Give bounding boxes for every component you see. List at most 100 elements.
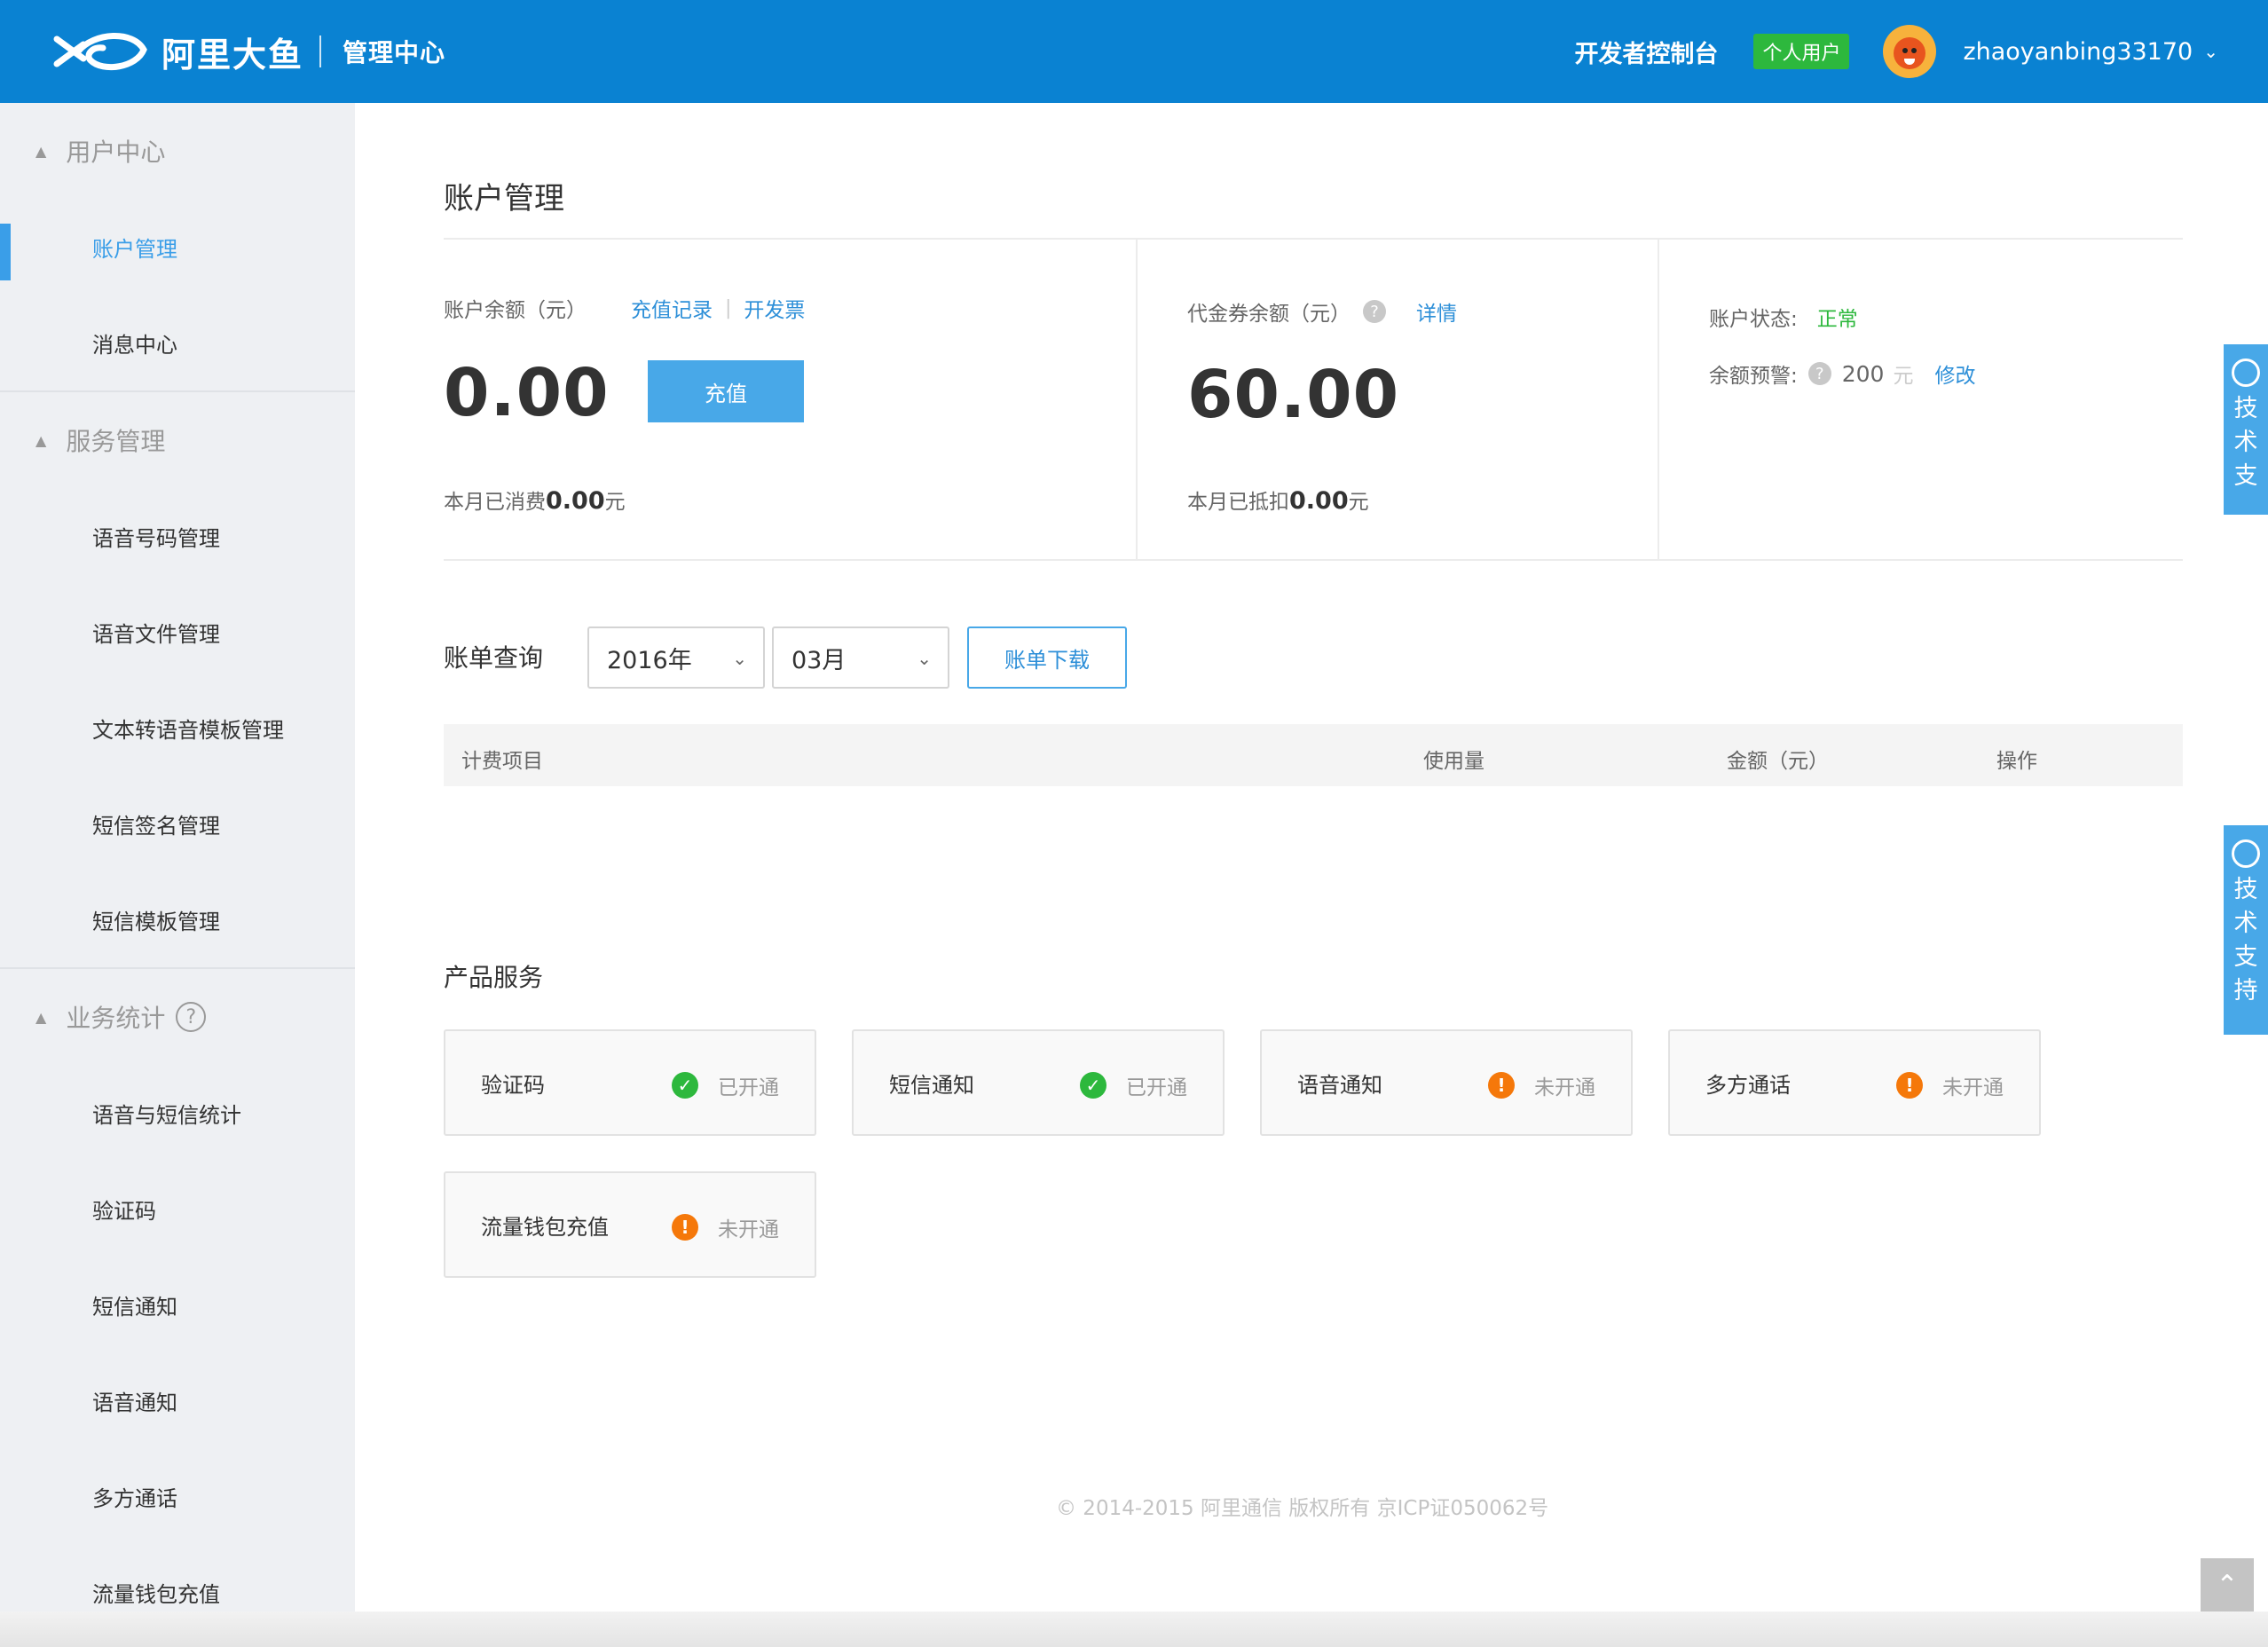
bill-download-button[interactable]: 账单下载 [967,626,1127,689]
brand-logo[interactable]: 阿里大鱼 管理中心 [51,16,445,87]
check-circle-icon: ✓ [1080,1072,1106,1099]
brand-divider [319,35,322,67]
chevron-up-icon: ▲ [35,431,47,449]
month-deduct-value: 0.00 [1289,487,1349,515]
user-menu[interactable]: zhaoyanbing33170 ⌄ [1963,38,2218,66]
page-title: 账户管理 [444,181,564,217]
sidebar-item-sms-templates[interactable]: 短信模板管理 [0,871,355,967]
footer-copyright: © 2014-2015 阿里通信 版权所有 京ICP证050062号 [1056,1497,1549,1520]
chevron-down-icon: ⌄ [732,648,747,669]
sidebar-group-label: 服务管理 [66,427,166,456]
fish-logo-icon [53,33,147,71]
column-amount: 金额（元） [1727,750,1829,773]
voucher-amount: 60.00 [1187,357,1400,433]
tech-support-label: 技术支 [2233,395,2258,490]
exclamation-circle-icon: ! [672,1214,698,1241]
horizontal-scrollbar[interactable] [0,1612,2268,1647]
balance-panel: 账户余额（元） 充值记录 | 开发票 0.00 充值 本月已消费0.00元 [444,240,1138,559]
account-status-label: 账户状态: [1709,308,1798,331]
sidebar-group-user-center[interactable]: ▲ 用户中心 [0,103,355,199]
brand-subtitle: 管理中心 [343,38,446,67]
top-bar: 阿里大鱼 管理中心 开发者控制台 个人用户 zhaoyanbing33170 ⌄ [0,0,2268,103]
brand-name: 阿里大鱼 [161,35,304,75]
voucher-details-link[interactable]: 详情 [1416,296,1457,327]
sidebar-group-service[interactable]: ▲ 服务管理 [0,392,355,488]
product-status-text: 已开通 [718,1076,779,1099]
voucher-label: 代金券余额（元） [1187,303,1351,326]
status-panel: 账户状态: 正常 余额预警: ? 200 元 修改 [1659,240,2183,559]
sidebar-item-voice-files[interactable]: 语音文件管理 [0,584,355,680]
chevron-up-icon: ⌃ [2216,1569,2239,1601]
voucher-panel: 代金券余额（元） ? 详情 60.00 本月已抵扣0.00元 [1138,240,1659,559]
month-select[interactable]: 03月 ⌄ [772,626,949,689]
product-status-text: 未开通 [718,1218,779,1241]
tech-support-tab[interactable]: 技术支持 [2224,825,2268,1035]
balance-warning-value: 200 [1841,360,1885,387]
month-spent-suffix: 元 [604,491,626,514]
voucher-header: 代金券余额（元） ? 详情 [1187,296,1457,327]
avatar[interactable] [1883,25,1937,78]
balance-amount: 0.00 [444,355,610,431]
month-deduct-prefix: 本月已抵扣 [1187,491,1289,514]
chevron-down-icon: ⌄ [2203,41,2218,62]
balance-warning-label: 余额预警: [1709,365,1798,388]
product-status: ! 未开通 [672,1212,779,1242]
help-icon[interactable]: ? [1363,300,1386,323]
product-name: 语音通知 [1297,1072,1382,1098]
invoice-link[interactable]: 开发票 [744,293,805,323]
sidebar-item-account[interactable]: 账户管理 [0,199,355,295]
product-status: ✓ 已开通 [672,1070,779,1100]
product-name: 流量钱包充值 [481,1214,609,1240]
sidebar-item-sms-signatures[interactable]: 短信签名管理 [0,776,355,871]
modify-warning-link[interactable]: 修改 [1934,359,1975,389]
sidebar-group-statistics[interactable]: ▲ 业务统计 ? [0,969,355,1065]
bill-query-label: 账单查询 [444,643,544,673]
chevron-up-icon: ▲ [35,1008,47,1026]
sidebar: ▲ 用户中心 账户管理 消息中心 ▲ 服务管理 语音号码管理 语音文件管理 文本… [0,103,355,1612]
exclamation-circle-icon: ! [1488,1072,1515,1099]
month-deduct-suffix: 元 [1348,491,1369,514]
product-card-multi-call[interactable]: 多方通话 ! 未开通 [1668,1029,2041,1136]
year-select[interactable]: 2016年 ⌄ [587,626,765,689]
headset-icon [2232,359,2260,387]
sidebar-item-voice-notify[interactable]: 语音通知 [0,1352,355,1448]
exclamation-circle-icon: ! [1896,1072,1923,1099]
month-select-value: 03月 [791,646,847,674]
product-card-sms-notify[interactable]: 短信通知 ✓ 已开通 [852,1029,1225,1136]
sidebar-item-verification-code[interactable]: 验证码 [0,1161,355,1257]
developer-console-link[interactable]: 开发者控制台 [1574,35,1718,69]
sidebar-item-messages[interactable]: 消息中心 [0,295,355,390]
product-status-text: 已开通 [1126,1076,1187,1099]
product-status: ! 未开通 [1488,1070,1595,1100]
column-billing-item: 计费项目 [461,750,543,773]
tech-support-label: 技术支持 [2233,876,2258,1005]
month-spent-prefix: 本月已消费 [444,491,546,514]
bill-table-header: 计费项目 使用量 金额（元） 操作 [444,724,2183,786]
month-spent-value: 0.00 [546,487,605,515]
product-status-text: 未开通 [1942,1076,2004,1099]
sidebar-item-voice-numbers[interactable]: 语音号码管理 [0,488,355,584]
sidebar-item-multi-call[interactable]: 多方通话 [0,1448,355,1544]
product-name: 多方通话 [1705,1072,1791,1098]
help-icon[interactable]: ? [176,1002,207,1032]
main-content: 账户管理 账户余额（元） 充值记录 | 开发票 0.00 充值 本月已消费0.0… [355,103,2268,1612]
link-separator: | [725,296,732,319]
product-name: 短信通知 [889,1072,974,1098]
chevron-up-icon: ▲ [35,142,47,160]
balance-warning-unit: 元 [1893,365,1914,388]
recharge-button[interactable]: 充值 [648,360,804,422]
account-status-row: 账户状态: 正常 [1709,302,1858,332]
product-card-data-wallet[interactable]: 流量钱包充值 ! 未开通 [444,1171,816,1278]
sidebar-item-voice-sms-stats[interactable]: 语音与短信统计 [0,1065,355,1161]
balance-header: 账户余额（元） 充值记录 | 开发票 [444,293,805,323]
sidebar-item-tts-templates[interactable]: 文本转语音模板管理 [0,680,355,776]
username-label: zhaoyanbing33170 [1963,37,2193,66]
back-to-top-button[interactable]: ⌃ [2201,1558,2254,1612]
product-card-verification-code[interactable]: 验证码 ✓ 已开通 [444,1029,816,1136]
product-card-voice-notify[interactable]: 语音通知 ! 未开通 [1260,1029,1633,1136]
tech-support-tab[interactable]: 技术支 [2224,344,2268,515]
sidebar-item-sms-notify[interactable]: 短信通知 [0,1257,355,1352]
help-icon[interactable]: ? [1807,362,1831,385]
recharge-record-link[interactable]: 充值记录 [631,293,713,323]
sidebar-group-label: 业务统计 [66,1004,166,1033]
